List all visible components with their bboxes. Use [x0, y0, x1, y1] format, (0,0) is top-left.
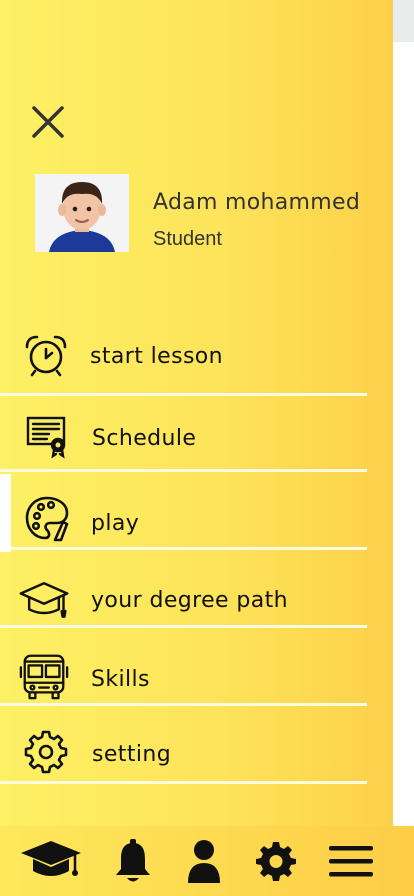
avatar: [35, 174, 129, 252]
divider: [0, 703, 367, 706]
nav-profile-button[interactable]: [184, 826, 224, 896]
menu-icon: [329, 846, 373, 877]
graduation-cap-icon: [18, 574, 70, 626]
nav-settings-button[interactable]: [255, 826, 297, 896]
alarm-clock-icon: [20, 330, 72, 382]
user-icon: [188, 840, 220, 883]
menu-item-label: setting: [92, 742, 172, 767]
menu-item-label: play: [91, 511, 140, 536]
content-header: [393, 0, 414, 42]
divider: [0, 625, 367, 628]
divider: [0, 547, 367, 550]
gear-icon: [20, 724, 72, 776]
nav-notifications-button[interactable]: [112, 826, 154, 896]
menu-item-label: start lesson: [90, 344, 224, 369]
menu-item-skills[interactable]: Skills: [0, 630, 367, 706]
school-bus-icon: [18, 650, 70, 702]
palette-icon: [21, 492, 73, 544]
menu-item-label: Skills: [91, 667, 150, 692]
menu-item-label: Schedule: [92, 426, 197, 451]
graduation-cap-icon: [21, 841, 81, 876]
divider: [0, 781, 367, 784]
divider: [0, 469, 367, 472]
certificate-icon: [20, 408, 72, 460]
bell-icon: [116, 839, 150, 882]
user-name: Adam mohammed: [153, 190, 361, 215]
menu-item-play[interactable]: play: [0, 474, 367, 550]
side-drawer: Adam mohammed Student start lesson Sched…: [0, 0, 393, 826]
bottom-navigation: [0, 826, 414, 896]
user-role: Student: [153, 228, 222, 250]
active-indicator: [0, 474, 11, 552]
close-icon: [32, 106, 64, 138]
nav-courses-button[interactable]: [18, 826, 84, 896]
nav-menu-button[interactable]: [328, 826, 374, 896]
gear-icon: [256, 842, 296, 881]
menu-item-degree-path[interactable]: your degree path: [0, 552, 367, 628]
menu-item-schedule[interactable]: Schedule: [0, 396, 367, 472]
close-button[interactable]: [28, 102, 68, 142]
menu-item-label: your degree path: [91, 588, 288, 613]
menu-item-start-lesson[interactable]: start lesson: [0, 320, 367, 396]
content-behind-drawer: [393, 0, 414, 826]
menu-item-setting[interactable]: setting: [0, 708, 367, 784]
